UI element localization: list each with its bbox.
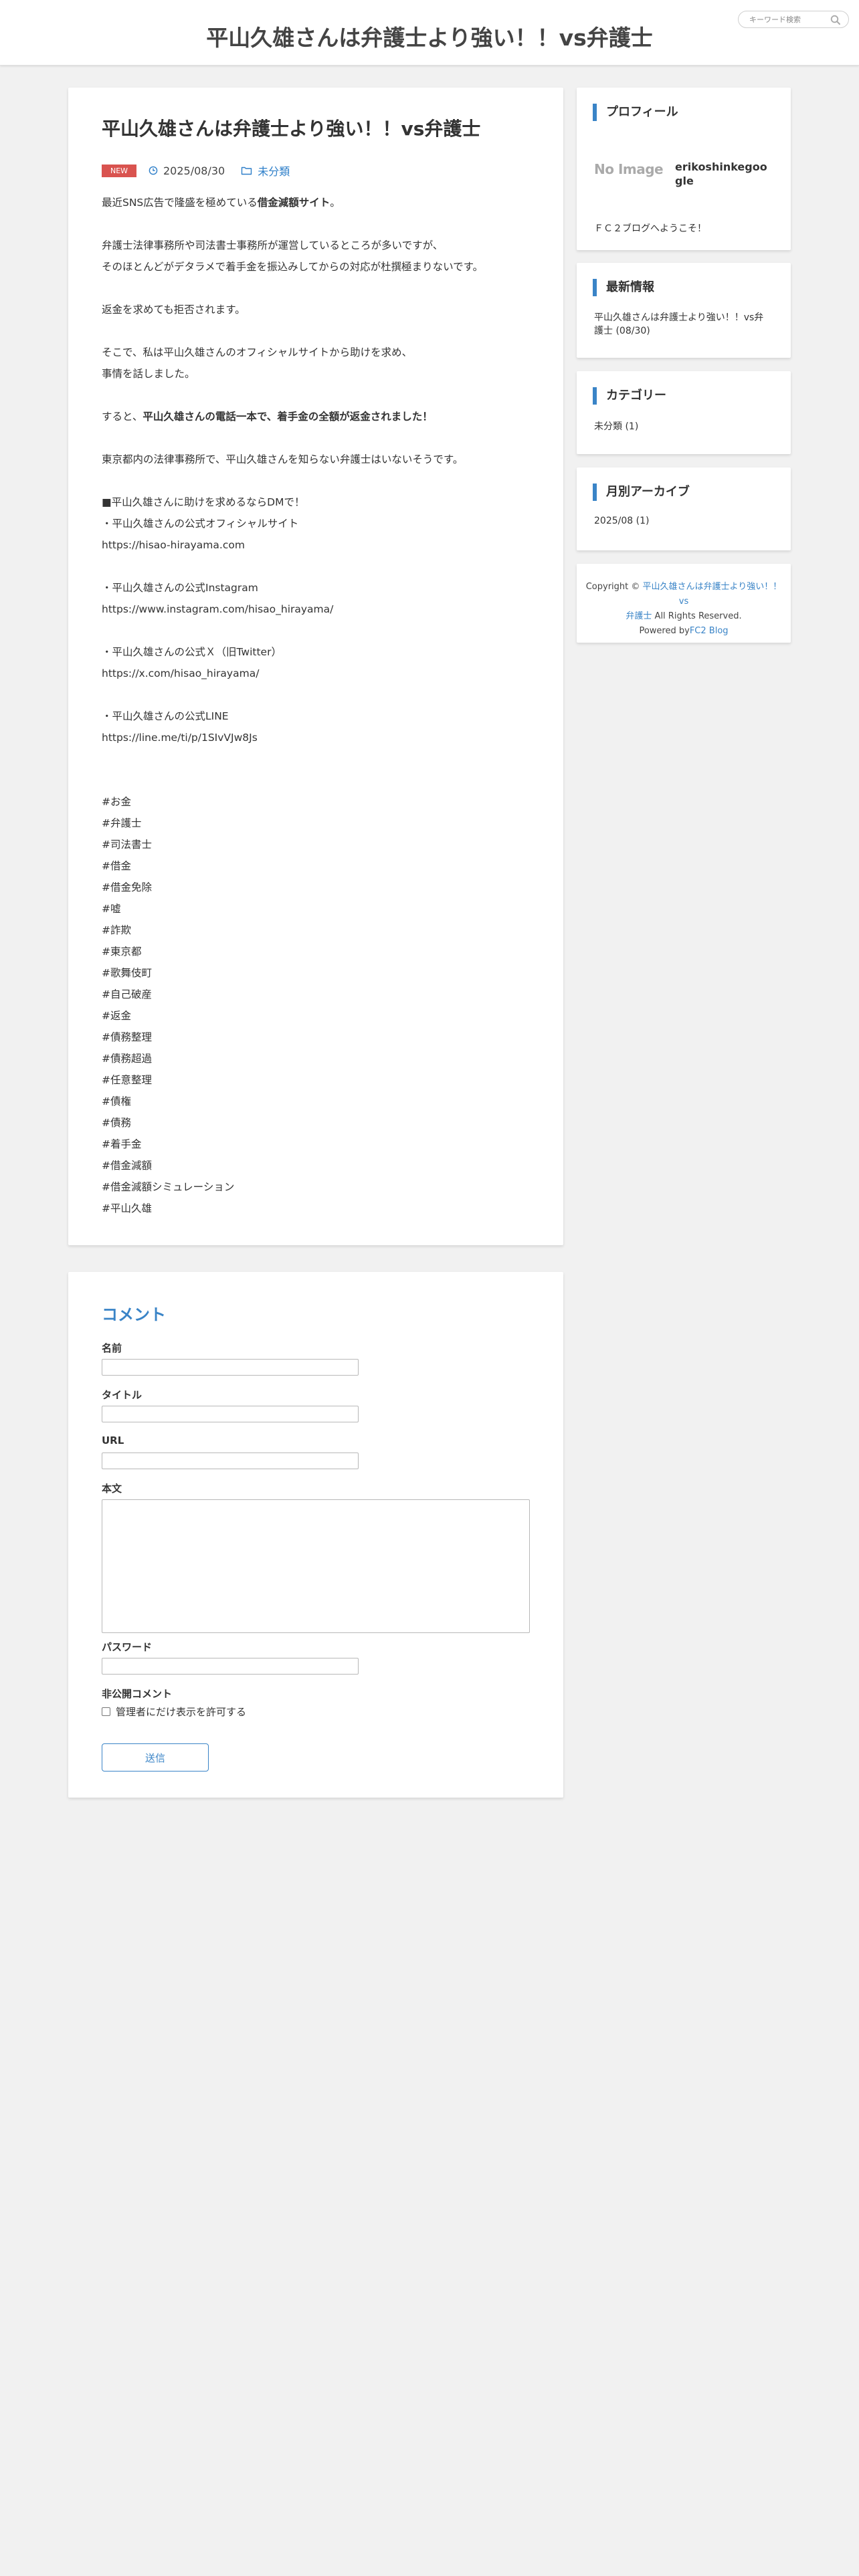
footer-widget: Copyright © 平山久雄さんは弁護士より強い！！vs 弁護士 All R…	[577, 564, 791, 643]
url-input[interactable]	[102, 1453, 359, 1469]
search-box[interactable]	[738, 11, 849, 28]
hashtag[interactable]: #歌舞伎町	[102, 962, 543, 984]
site-label: ・平山久雄さんの公式オフィシャルサイト	[102, 518, 299, 530]
paragraph: そのほとんどがデタラメで着手金を振込みしてからの対応が杜撰極まりないです。	[102, 261, 484, 273]
paragraph: 最近SNS広告で隆盛を極めている借金減額サイト。	[102, 197, 341, 209]
dm-heading: ■平山久雄さんに助けを求めるならDMで！	[102, 496, 305, 508]
site-url[interactable]: https://hisao-hirayama.com	[102, 534, 543, 556]
article-category-link[interactable]: 未分類	[258, 163, 290, 179]
hashtag[interactable]: #借金	[102, 855, 543, 877]
article-title: 平山久雄さんは弁護士より強い！！vs弁護士	[102, 118, 481, 140]
category-item[interactable]: 未分類 (1)	[594, 419, 638, 433]
site-title[interactable]: 平山久雄さんは弁護士より強い！！vs弁護士	[0, 20, 859, 52]
clock-icon	[149, 166, 158, 175]
article-date-text: 2025/08/30	[163, 164, 225, 177]
site-header: 平山久雄さんは弁護士より強い！！vs弁護士	[0, 0, 859, 66]
hashtag[interactable]: #詐欺	[102, 920, 543, 941]
x-label: ・平山久雄さんの公式Ｘ（旧Twitter）	[102, 646, 282, 658]
search-input[interactable]	[749, 14, 830, 25]
archive-widget-title: 月別アーカイブ	[593, 484, 690, 501]
hashtag[interactable]: #返金	[102, 1005, 543, 1027]
hashtag[interactable]: #債務超過	[102, 1048, 543, 1069]
paragraph: 事情を話しました。	[102, 368, 195, 380]
line-label: ・平山久雄さんの公式LINE	[102, 710, 229, 722]
url-label: URL	[102, 1434, 124, 1446]
profile-widget: プロフィール No Image erikoshinkegoo gle ＦＣ２ブロ…	[577, 88, 791, 250]
profile-welcome: ＦＣ２ブログへようこそ！	[594, 223, 706, 234]
avatar: No Image	[594, 161, 664, 177]
body-label: 本文	[102, 1483, 122, 1495]
category-widget: カテゴリー 未分類 (1)	[577, 371, 791, 454]
latest-widget-title: 最新情報	[593, 279, 654, 296]
title-label: タイトル	[102, 1389, 142, 1401]
hashtag[interactable]: #着手金	[102, 1134, 543, 1155]
fc2-blog-link[interactable]: FC2 Blog	[690, 626, 729, 636]
new-badge: NEW	[102, 164, 136, 177]
copyright-site-link[interactable]: 平山久雄さんは弁護士より強い！！vs	[643, 582, 782, 607]
paragraph: 返金を求めても拒否されます。	[102, 304, 246, 316]
paragraph: 弁護士法律事務所や司法書士事務所が運営しているところが多いですが、	[102, 239, 444, 251]
submit-button[interactable]: 送信	[102, 1743, 209, 1772]
copyright-site-link-cont[interactable]: 弁護士	[626, 611, 652, 621]
article-body: 最近SNS広告で隆盛を極めている借金減額サイト。 弁護士法律事務所や司法書士事務…	[102, 192, 543, 1219]
hashtag[interactable]: #借金減額	[102, 1155, 543, 1176]
name-input[interactable]	[102, 1359, 359, 1376]
paragraph: 東京都内の法律事務所で、平山久雄さんを知らない弁護士はいないそうです。	[102, 453, 464, 465]
footer-text: Copyright © 平山久雄さんは弁護士より強い！！vs 弁護士 All R…	[585, 582, 782, 636]
article-category[interactable]: 未分類	[241, 163, 290, 179]
private-checkbox-row[interactable]: 管理者にだけ表示を許可する	[102, 1705, 246, 1719]
hashtag[interactable]: #債務整理	[102, 1027, 543, 1048]
instagram-url[interactable]: https://www.instagram.com/hisao_hirayama…	[102, 599, 543, 620]
article-card: 平山久雄さんは弁護士より強い！！vs弁護士 NEW 2025/08/30 未分類…	[68, 88, 563, 1245]
bold-text: 借金減額サイト	[257, 197, 330, 209]
bold-text: 平山久雄さんの電話一本で、着手金の全額が返金されました！	[142, 411, 433, 423]
hashtag-list: #お金 #弁護士 #司法書士 #借金 #借金免除 #嘘 #詐欺 #東京都 #歌舞伎町 #自己破産 #…	[102, 791, 543, 1219]
folder-icon	[242, 167, 252, 175]
archive-widget: 月別アーカイブ 2025/08 (1)	[577, 467, 791, 550]
hashtag[interactable]: #任意整理	[102, 1069, 543, 1091]
body-textarea[interactable]	[102, 1499, 530, 1633]
profile-widget-title: プロフィール	[593, 104, 678, 121]
title-input[interactable]	[102, 1406, 359, 1422]
search-icon[interactable]	[830, 14, 842, 26]
hashtag[interactable]: #借金免除	[102, 877, 543, 898]
article-date: 2025/08/30	[149, 165, 225, 177]
line-url[interactable]: https://line.me/ti/p/1SIvVJw8Js	[102, 727, 543, 748]
hashtag[interactable]: #債務	[102, 1112, 543, 1134]
hashtag[interactable]: #債権	[102, 1091, 543, 1112]
archive-item[interactable]: 2025/08 (1)	[594, 516, 649, 526]
hashtag[interactable]: #お金	[102, 791, 543, 813]
password-label: パスワード	[102, 1641, 153, 1653]
paragraph: すると、平山久雄さんの電話一本で、着手金の全額が返金されました！	[102, 411, 433, 423]
category-widget-title: カテゴリー	[593, 387, 666, 405]
private-comment-label: 非公開コメント	[102, 1688, 173, 1700]
private-checkbox-label[interactable]: 管理者にだけ表示を許可する	[116, 1705, 246, 1719]
hashtag[interactable]: #弁護士	[102, 813, 543, 834]
comment-form-card: コメント 名前 タイトル URL 本文 パスワード 非公開コメント 管理者にだけ…	[68, 1272, 563, 1798]
name-label: 名前	[102, 1342, 122, 1354]
hashtag[interactable]: #借金減額シミュレーション	[102, 1176, 543, 1198]
private-checkbox[interactable]	[102, 1707, 110, 1716]
instagram-label: ・平山久雄さんの公式Instagram	[102, 582, 258, 594]
x-url[interactable]: https://x.com/hisao_hirayama/	[102, 663, 543, 684]
profile-name: erikoshinkegoo gle	[675, 160, 767, 187]
hashtag[interactable]: #司法書士	[102, 834, 543, 855]
latest-widget: 最新情報 平山久雄さんは弁護士より強い！！vs弁 護士 (08/30)	[577, 263, 791, 358]
password-input[interactable]	[102, 1658, 359, 1675]
paragraph: そこで、私は平山久雄さんのオフィシャルサイトから助けを求め、	[102, 346, 413, 358]
hashtag[interactable]: #平山久雄	[102, 1198, 543, 1219]
article-meta: NEW 2025/08/30 未分類	[102, 163, 290, 179]
latest-post-link[interactable]: 平山久雄さんは弁護士より強い！！vs弁 護士 (08/30)	[594, 311, 781, 338]
hashtag[interactable]: #嘘	[102, 898, 543, 920]
hashtag[interactable]: #自己破産	[102, 984, 543, 1005]
hashtag[interactable]: #東京都	[102, 941, 543, 962]
comment-title: コメント	[102, 1305, 166, 1324]
